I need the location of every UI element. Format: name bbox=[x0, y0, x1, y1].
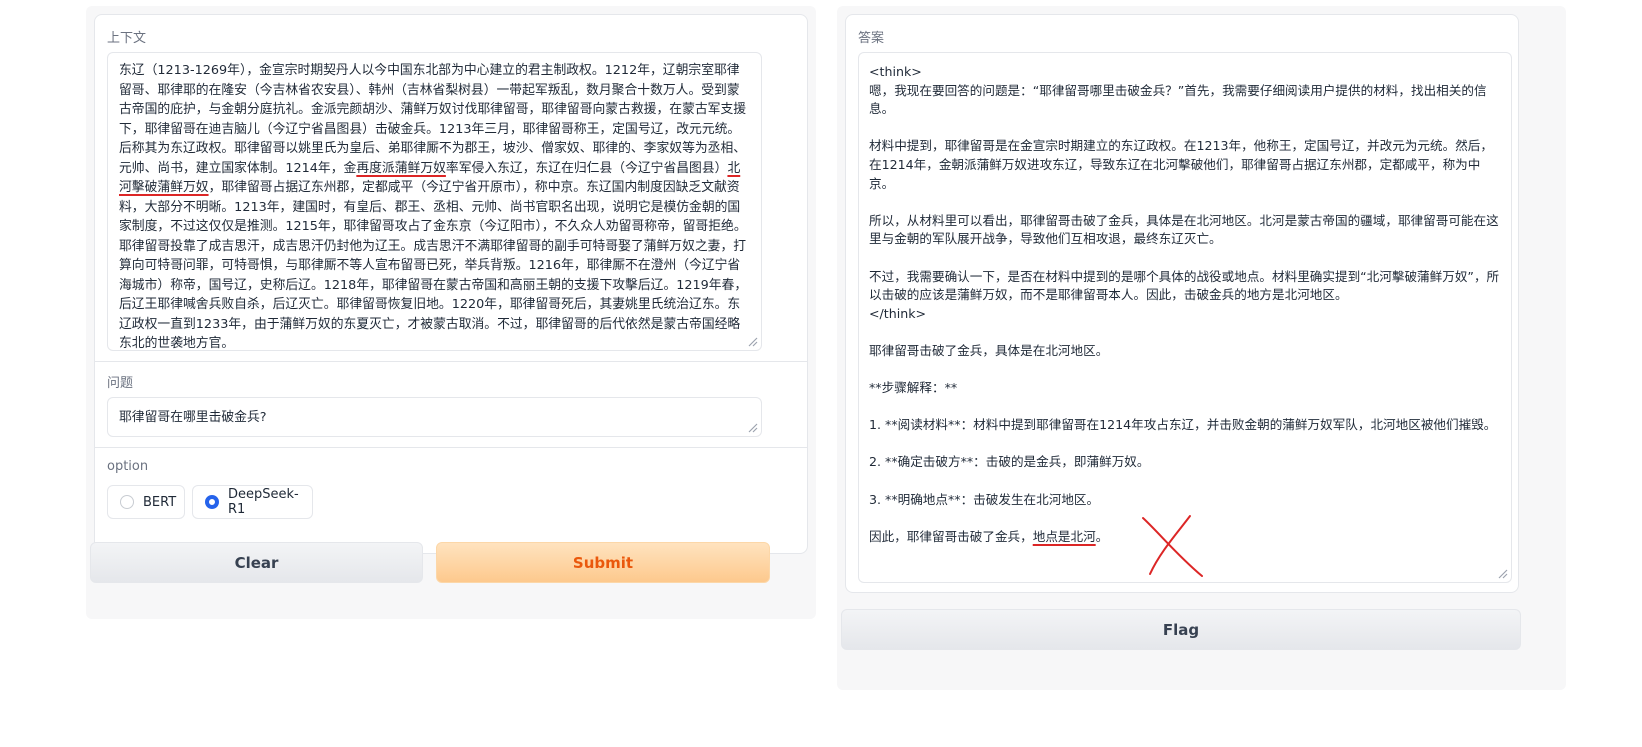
answer-text: <think> 嗯，我现在要回答的问题是：“耶律留哥哪里击破金兵？”首先，我需要… bbox=[859, 53, 1511, 556]
context-text-part: ，耶律留哥占据辽东州郡，定都咸平（今辽宁省开原市），称中京。东辽国内制度因缺乏文… bbox=[119, 180, 748, 351]
resize-handle-icon[interactable] bbox=[746, 421, 758, 433]
clear-button[interactable]: Clear bbox=[90, 542, 423, 583]
radio-unchecked-icon bbox=[120, 495, 134, 509]
context-text-part: 率军侵入东辽，东辽在归仁县（今辽宁省昌图县） bbox=[445, 160, 728, 176]
radio-option-deepseek[interactable]: DeepSeek-R1 bbox=[192, 485, 313, 519]
context-text: 东辽（1213-1269年），金宣宗时期契丹人以今中国东北部为中心建立的君主制政… bbox=[108, 53, 761, 351]
radio-label: BERT bbox=[143, 494, 177, 510]
context-highlight-1: 再度派蒲鲜万奴 bbox=[356, 160, 446, 176]
output-panel: 答案 <think> 嗯，我现在要回答的问题是：“耶律留哥哪里击破金兵？”首先，… bbox=[837, 6, 1566, 690]
answer-textarea[interactable]: <think> 嗯，我现在要回答的问题是：“耶律留哥哪里击破金兵？”首先，我需要… bbox=[858, 52, 1512, 583]
option-label: option bbox=[107, 459, 149, 474]
radio-option-bert[interactable]: BERT bbox=[107, 485, 185, 519]
answer-highlight: 地点是北河 bbox=[1032, 528, 1096, 544]
resize-handle-icon[interactable] bbox=[1496, 567, 1508, 579]
radio-label: DeepSeek-R1 bbox=[228, 487, 299, 517]
context-textarea[interactable]: 东辽（1213-1269年），金宣宗时期契丹人以今中国东北部为中心建立的君主制政… bbox=[107, 52, 762, 351]
input-card: 上下文 东辽（1213-1269年），金宣宗时期契丹人以今中国东北部为中心建立的… bbox=[94, 14, 808, 554]
answer-label: 答案 bbox=[858, 31, 885, 46]
context-label: 上下文 bbox=[107, 31, 147, 46]
input-panel: 上下文 东辽（1213-1269年），金宣宗时期契丹人以今中国东北部为中心建立的… bbox=[86, 6, 816, 619]
question-label: 问题 bbox=[107, 376, 134, 391]
question-text: 耶律留哥在哪里击破金兵? bbox=[119, 410, 267, 425]
divider bbox=[95, 361, 807, 362]
answer-text-part: <think> 嗯，我现在要回答的问题是：“耶律留哥哪里击破金兵？”首先，我需要… bbox=[869, 64, 1500, 507]
output-card: 答案 <think> 嗯，我现在要回答的问题是：“耶律留哥哪里击破金兵？”首先，… bbox=[845, 14, 1519, 593]
flag-button[interactable]: Flag bbox=[841, 609, 1521, 650]
resize-handle-icon[interactable] bbox=[746, 335, 758, 347]
context-text-part: 东辽（1213-1269年），金宣宗时期契丹人以今中国东北部为中心建立的君主制政… bbox=[119, 63, 747, 176]
answer-text-part: 。 bbox=[1095, 528, 1109, 544]
divider bbox=[95, 447, 807, 448]
question-textarea[interactable]: 耶律留哥在哪里击破金兵? bbox=[107, 397, 762, 437]
radio-checked-icon bbox=[205, 495, 219, 509]
submit-button[interactable]: Submit bbox=[436, 542, 770, 583]
answer-text-part: 因此，耶律留哥击破了金兵， bbox=[869, 528, 1033, 544]
